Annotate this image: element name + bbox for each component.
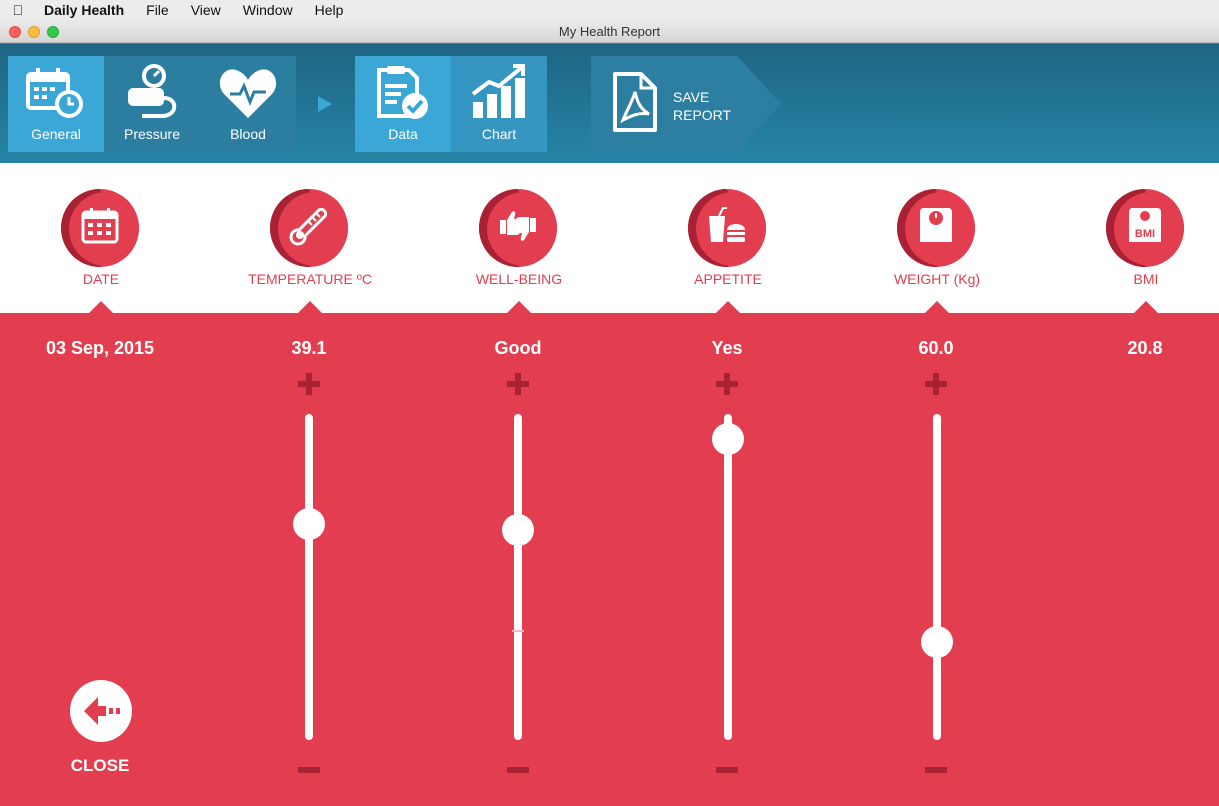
food-drink-icon bbox=[709, 207, 745, 242]
window-title-bar: My Health Report bbox=[0, 20, 1219, 43]
back-arrow-icon bbox=[84, 697, 120, 725]
bmi-value: 20.8 bbox=[1127, 338, 1163, 358]
appetite-slider-track[interactable] bbox=[712, 414, 744, 740]
weight-label: WEIGHT (Kg) bbox=[893, 271, 981, 287]
well-being-plus-button[interactable] bbox=[507, 373, 529, 395]
weight-circle[interactable] bbox=[897, 189, 975, 267]
menu-view[interactable]: View bbox=[191, 2, 221, 18]
date-circle[interactable] bbox=[61, 189, 139, 267]
appetite-plus-button[interactable] bbox=[716, 373, 738, 395]
window-close-button[interactable] bbox=[9, 26, 21, 38]
date-value[interactable]: 03 Sep, 2015 bbox=[10, 338, 190, 359]
well-being-value: Good bbox=[494, 338, 542, 358]
appetite-label: APPETITE bbox=[694, 271, 762, 287]
bmi-icon-text: BMI bbox=[1135, 228, 1155, 240]
well-being-label: WELL-BEING bbox=[475, 271, 563, 287]
appetite-slider-knob[interactable] bbox=[712, 422, 744, 455]
thumbs-icon bbox=[500, 211, 536, 241]
growth-chart-icon bbox=[471, 64, 525, 118]
column-well-being: WELL-BEING bbox=[449, 163, 589, 313]
bmi-label: BMI bbox=[1133, 271, 1159, 287]
weight-slider-knob[interactable] bbox=[921, 625, 953, 658]
temperature-minus-button[interactable] bbox=[298, 759, 320, 781]
weight-plus-button[interactable] bbox=[925, 373, 947, 395]
well-being-slider-tick bbox=[512, 630, 524, 632]
date-label: DATE bbox=[82, 271, 120, 287]
blood-pressure-icon bbox=[128, 64, 177, 118]
appetite-circle[interactable] bbox=[688, 189, 766, 267]
toolbar: General Pressure Blood Data Chart SAVE R… bbox=[0, 44, 1219, 163]
pressure-button[interactable]: Pressure bbox=[104, 56, 200, 152]
data-label: Data bbox=[388, 126, 418, 142]
heart-pulse-icon bbox=[219, 69, 277, 118]
thermometer-icon bbox=[289, 208, 327, 246]
bmi-circle[interactable]: BMI bbox=[1106, 189, 1184, 267]
calendar-clock-icon bbox=[26, 68, 83, 118]
apple-icon[interactable]:  bbox=[0, 2, 36, 18]
menu-file[interactable]: File bbox=[146, 2, 169, 18]
column-temperature: TEMPERATURE ºC bbox=[240, 163, 380, 313]
column-appetite: APPETITE bbox=[658, 163, 798, 313]
temperature-slider-knob[interactable] bbox=[293, 508, 325, 541]
temperature-label: TEMPERATURE ºC bbox=[248, 271, 372, 287]
menu-window[interactable]: Window bbox=[243, 2, 293, 18]
window-minimize-button[interactable] bbox=[28, 26, 40, 38]
column-date: DATE bbox=[31, 163, 171, 313]
menu-help[interactable]: Help bbox=[315, 2, 344, 18]
blood-button[interactable]: Blood bbox=[200, 56, 296, 152]
window-title: My Health Report bbox=[558, 24, 661, 39]
temperature-plus-button[interactable] bbox=[298, 373, 320, 395]
well-being-circle[interactable] bbox=[479, 189, 557, 267]
column-bmi: BMI BMI bbox=[1076, 163, 1216, 313]
scale-icon bbox=[920, 208, 952, 242]
menu-bar:  Daily Health File View Window Help bbox=[0, 0, 1219, 20]
well-being-slider-track[interactable] bbox=[502, 414, 534, 740]
appetite-minus-button[interactable] bbox=[716, 759, 738, 781]
general-label: General bbox=[31, 126, 81, 142]
bmi-scale-icon: BMI bbox=[1129, 208, 1161, 242]
pdf-file-icon bbox=[613, 72, 657, 132]
temperature-value: 39.1 bbox=[291, 338, 327, 358]
close-label: CLOSE bbox=[70, 756, 130, 775]
weight-minus-button[interactable] bbox=[925, 759, 947, 781]
data-button[interactable]: Data bbox=[355, 56, 451, 152]
column-weight: WEIGHT (Kg) bbox=[867, 163, 1007, 313]
pressure-label: Pressure bbox=[123, 126, 181, 142]
close-button[interactable] bbox=[70, 680, 132, 742]
save-label-line2: REPORT bbox=[673, 107, 732, 123]
blood-label: Blood bbox=[230, 126, 266, 142]
weight-value: 60.0 bbox=[918, 338, 954, 358]
chart-label: Chart bbox=[481, 126, 517, 142]
general-button[interactable]: General bbox=[8, 56, 104, 152]
calendar-icon bbox=[81, 208, 119, 244]
document-check-icon bbox=[377, 66, 428, 119]
save-report-button[interactable]: SAVE REPORT bbox=[591, 56, 781, 152]
chart-button[interactable]: Chart bbox=[451, 56, 547, 152]
window-zoom-button[interactable] bbox=[47, 26, 59, 38]
well-being-slider-knob[interactable] bbox=[502, 513, 534, 546]
appetite-value: Yes bbox=[711, 338, 743, 358]
temperature-slider-track[interactable] bbox=[293, 414, 325, 740]
weight-slider-track[interactable] bbox=[921, 414, 953, 740]
well-being-minus-button[interactable] bbox=[507, 759, 529, 781]
category-header: DATE TEMPERATURE ºC WELL-BEING APPETITE … bbox=[0, 163, 1219, 313]
menu-app-name[interactable]: Daily Health bbox=[44, 2, 124, 18]
play-arrow-icon bbox=[318, 96, 332, 112]
temperature-circle[interactable] bbox=[270, 189, 348, 267]
save-label-line1: SAVE bbox=[673, 89, 710, 105]
